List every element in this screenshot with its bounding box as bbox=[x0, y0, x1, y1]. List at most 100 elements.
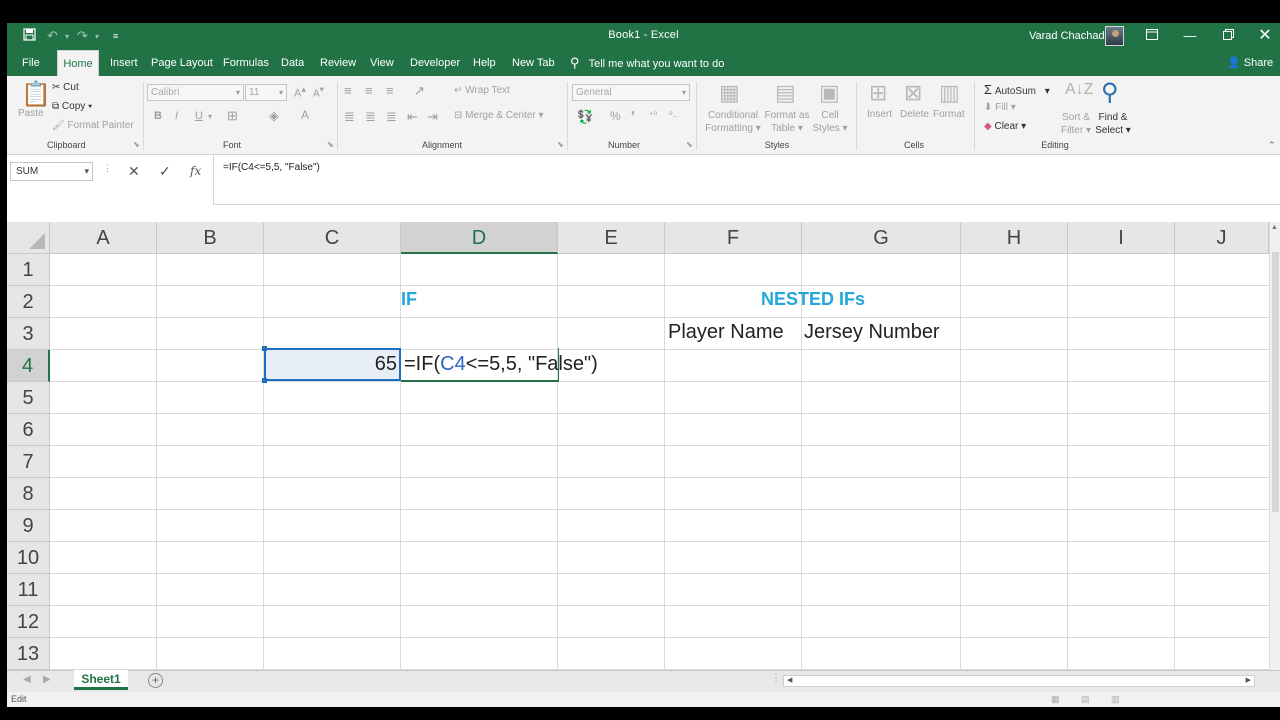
ribbon-display-options-icon[interactable] bbox=[1137, 25, 1167, 47]
column-header-a[interactable]: A bbox=[50, 222, 157, 254]
column-header-i[interactable]: I bbox=[1068, 222, 1175, 254]
align-top-icon[interactable]: ≡ bbox=[344, 83, 352, 98]
comma-style-icon[interactable]: ❜ bbox=[631, 109, 635, 123]
align-right-icon[interactable]: ≣ bbox=[386, 109, 397, 125]
row-header-2[interactable]: 2 bbox=[7, 286, 50, 318]
row-header-13[interactable]: 13 bbox=[7, 638, 50, 670]
delete-cells-icon[interactable]: ⊠ bbox=[904, 80, 922, 106]
vertical-scrollbar[interactable]: ▲ bbox=[1269, 222, 1280, 693]
increase-indent-icon[interactable]: ⇥ bbox=[427, 109, 438, 125]
scroll-up-icon[interactable]: ▲ bbox=[1271, 224, 1278, 231]
collapse-ribbon-icon[interactable]: ⌃ bbox=[1268, 140, 1276, 151]
row-header-8[interactable]: 8 bbox=[7, 478, 50, 510]
sort-filter-button[interactable]: Sort & Filter ▾ bbox=[1059, 111, 1093, 137]
row-header-5[interactable]: 5 bbox=[7, 382, 50, 414]
orientation-icon[interactable]: ↗ bbox=[414, 83, 425, 99]
row-header-11[interactable]: 11 bbox=[7, 574, 50, 606]
align-left-icon[interactable]: ≣ bbox=[344, 109, 355, 125]
column-header-e[interactable]: E bbox=[558, 222, 665, 254]
column-header-g[interactable]: G bbox=[802, 222, 961, 254]
font-color-icon[interactable]: A bbox=[301, 108, 309, 122]
conditional-formatting-button[interactable]: Conditional Formatting ▾ bbox=[705, 109, 761, 135]
fill-button[interactable]: ⬇ Fill ▾ bbox=[984, 102, 1016, 113]
format-as-table-button[interactable]: Format as Table ▾ bbox=[763, 109, 811, 135]
sheet-tab-sheet1[interactable]: Sheet1 bbox=[74, 670, 128, 690]
increase-decimal-icon[interactable]: ⁺⁰ bbox=[649, 110, 657, 121]
cell-f3[interactable]: Player Name bbox=[668, 321, 784, 344]
cut-button[interactable]: ✂ Cut bbox=[52, 82, 79, 93]
split-handle-icon[interactable]: ⋮ bbox=[771, 673, 781, 684]
horizontal-scrollbar[interactable]: ◀ ▶ bbox=[783, 675, 1255, 687]
format-cells-button[interactable]: Format bbox=[933, 109, 965, 120]
next-sheet-icon[interactable]: ▶ bbox=[43, 674, 51, 685]
fill-color-icon[interactable]: ◈ bbox=[269, 108, 279, 124]
row-header-6[interactable]: 6 bbox=[7, 414, 50, 446]
cell-styles-icon[interactable]: ▣ bbox=[819, 80, 840, 106]
cancel-icon[interactable]: ✕ bbox=[128, 163, 140, 180]
tab-home[interactable]: Home bbox=[57, 50, 99, 76]
scroll-right-icon[interactable]: ▶ bbox=[1246, 676, 1251, 684]
merge-center-button[interactable]: ⊟ Merge & Center ▾ bbox=[454, 110, 544, 121]
tab-insert[interactable]: Insert bbox=[110, 50, 138, 76]
number-launcher-icon[interactable]: ⬊ bbox=[686, 140, 693, 149]
formula-input[interactable]: =IF(C4<=5,5, "False") bbox=[213, 155, 1280, 205]
format-as-table-icon[interactable]: ▤ bbox=[775, 80, 796, 106]
cell-c4[interactable]: 65 bbox=[264, 353, 397, 376]
font-launcher-icon[interactable]: ⬊ bbox=[327, 140, 334, 149]
insert-cells-icon[interactable]: ⊞ bbox=[869, 80, 887, 106]
sort-filter-icon[interactable]: A↓Z bbox=[1065, 81, 1093, 99]
column-header-j[interactable]: J bbox=[1175, 222, 1269, 254]
scroll-thumb[interactable] bbox=[1272, 252, 1279, 512]
scroll-thumb-horizontal[interactable] bbox=[798, 677, 1208, 685]
cell-g3[interactable]: Jersey Number bbox=[804, 321, 940, 344]
font-name-combo[interactable]: Calibri bbox=[147, 84, 244, 101]
close-icon[interactable]: ✕ bbox=[1250, 25, 1280, 47]
align-middle-icon[interactable]: ≡ bbox=[365, 83, 373, 98]
percent-icon[interactable]: % bbox=[610, 109, 621, 123]
scroll-left-icon[interactable]: ◀ bbox=[787, 676, 792, 684]
insert-cells-button[interactable]: Insert bbox=[867, 109, 892, 120]
more-icon[interactable]: ⋮ bbox=[103, 163, 112, 174]
tab-file[interactable]: File bbox=[22, 50, 40, 76]
clipboard-launcher-icon[interactable]: ⬊ bbox=[133, 140, 140, 149]
row-header-9[interactable]: 9 bbox=[7, 510, 50, 542]
select-all-button[interactable] bbox=[7, 222, 50, 254]
column-header-h[interactable]: H bbox=[961, 222, 1068, 254]
copy-button[interactable]: ⧉ Copy ▾ bbox=[52, 101, 92, 112]
tab-page-layout[interactable]: Page Layout bbox=[151, 50, 213, 76]
column-header-b[interactable]: B bbox=[157, 222, 264, 254]
cell-f2[interactable]: NESTED IFs bbox=[665, 289, 961, 310]
conditional-formatting-icon[interactable]: ▦ bbox=[719, 80, 740, 106]
column-header-d[interactable]: D bbox=[401, 222, 558, 254]
restore-icon[interactable] bbox=[1213, 25, 1243, 47]
paste-button[interactable]: Paste bbox=[18, 108, 44, 119]
borders-icon[interactable]: ⊞ bbox=[227, 108, 238, 124]
tab-review[interactable]: Review bbox=[320, 50, 356, 76]
tab-new-tab[interactable]: New Tab bbox=[512, 50, 555, 76]
name-box[interactable]: SUM bbox=[10, 162, 93, 181]
alignment-launcher-icon[interactable]: ⬊ bbox=[557, 140, 564, 149]
column-header-c[interactable]: C bbox=[264, 222, 401, 254]
cell-d2[interactable]: IF bbox=[401, 289, 421, 310]
tab-help[interactable]: Help bbox=[473, 50, 496, 76]
cell-d4-formula[interactable]: =IF(C4<=5,5, "False") bbox=[404, 353, 598, 376]
row-header-12[interactable]: 12 bbox=[7, 606, 50, 638]
tab-data[interactable]: Data bbox=[281, 50, 304, 76]
row-header-4[interactable]: 4 bbox=[7, 350, 50, 382]
row-header-3[interactable]: 3 bbox=[7, 318, 50, 350]
minimize-icon[interactable]: — bbox=[1175, 25, 1205, 47]
clear-button[interactable]: ◆ Clear ▾ bbox=[984, 121, 1026, 132]
underline-dropdown-icon[interactable]: ▾ bbox=[208, 112, 212, 121]
shrink-font-icon[interactable]: A▾ bbox=[313, 84, 324, 99]
normal-view-icon[interactable]: ▦ bbox=[1051, 692, 1060, 707]
search-icon[interactable]: ⚲ bbox=[1101, 78, 1119, 107]
row-header-10[interactable]: 10 bbox=[7, 542, 50, 574]
worksheet-grid[interactable]: A B C D E F G H I J 1 2 3 4 5 6 7 8 9 10… bbox=[7, 222, 1280, 693]
page-break-view-icon[interactable]: ▥ bbox=[1111, 692, 1120, 707]
format-painter-button[interactable]: 🖌 Format Painter bbox=[52, 120, 134, 131]
row-header-7[interactable]: 7 bbox=[7, 446, 50, 478]
bold-icon[interactable]: B bbox=[154, 110, 162, 122]
delete-cells-button[interactable]: Delete bbox=[900, 109, 929, 120]
column-header-f[interactable]: F bbox=[665, 222, 802, 254]
currency-icon[interactable]: 💱 bbox=[577, 109, 593, 125]
